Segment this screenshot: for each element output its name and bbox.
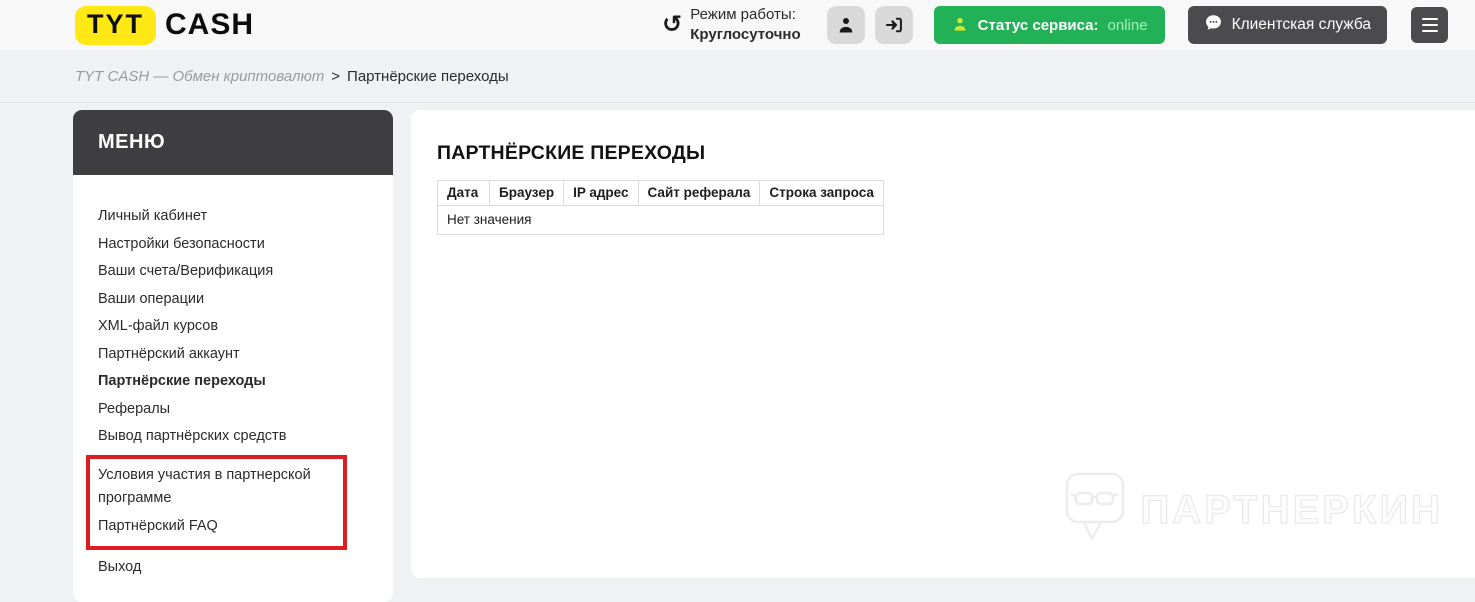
table-header-row: Дата Браузер IP адрес Сайт реферала Стро… bbox=[437, 180, 885, 206]
sidebar-item-logout[interactable]: Выход bbox=[98, 554, 368, 582]
column-header-query-string: Строка запроса bbox=[759, 180, 885, 206]
profile-button[interactable] bbox=[826, 6, 865, 44]
table-row: Нет значения bbox=[436, 205, 885, 235]
service-status-label: Статус сервиса: bbox=[977, 16, 1099, 34]
sidebar-item-referrals[interactable]: Рефералы bbox=[98, 396, 368, 424]
sidebar-title: МЕНЮ bbox=[98, 131, 166, 153]
annotation-red-box: Условия участия в партнерской программе … bbox=[86, 454, 347, 550]
sidebar-item-security-settings[interactable]: Настройки безопасности bbox=[98, 231, 368, 259]
column-header-date: Дата bbox=[437, 180, 490, 206]
sidebar-item-partner-account[interactable]: Партнёрский аккаунт bbox=[98, 341, 368, 369]
speech-bubble-glasses-icon bbox=[1064, 471, 1126, 550]
logo-yellow-pill: TYT bbox=[75, 5, 156, 45]
sidebar-item-accounts-verification[interactable]: Ваши счета/Верификация bbox=[98, 258, 368, 286]
work-mode-block: ↺ Режим работы: Круглосуточно bbox=[662, 5, 800, 45]
main-menu-button[interactable] bbox=[1411, 7, 1448, 43]
login-button[interactable] bbox=[874, 6, 913, 44]
breadcrumb-current: Партнёрские переходы bbox=[347, 67, 509, 85]
breadcrumb-separator: > bbox=[331, 67, 341, 85]
page-title: ПАРТНЁРСКИЕ ПЕРЕХОДЫ bbox=[437, 142, 706, 164]
service-status-value: online bbox=[1107, 16, 1148, 34]
work-mode-label: Режим работы: bbox=[690, 6, 796, 23]
sidebar-item-personal-cabinet[interactable]: Личный кабинет bbox=[98, 203, 368, 231]
watermark: ПАРТНЕРКИН bbox=[1064, 471, 1443, 550]
sidebar-item-partner-faq[interactable]: Партнёрский FAQ bbox=[98, 513, 339, 541]
sign-in-icon bbox=[884, 15, 904, 35]
top-header: TYT CASH ↺ Режим работы: Круглосуточно С… bbox=[0, 0, 1475, 50]
page: TYT CASH ↺ Режим работы: Круглосуточно С… bbox=[0, 0, 1475, 602]
service-status-button[interactable]: Статус сервиса: online bbox=[933, 6, 1165, 44]
logo-word: CASH bbox=[165, 8, 255, 41]
column-header-referral-site: Сайт реферала bbox=[637, 180, 761, 206]
empty-value-cell: Нет значения bbox=[436, 205, 885, 235]
sidebar: МЕНЮ Личный кабинет Настройки безопаснос… bbox=[73, 110, 393, 602]
site-logo[interactable]: TYT CASH bbox=[75, 5, 255, 45]
content-area: МЕНЮ Личный кабинет Настройки безопаснос… bbox=[0, 103, 1475, 602]
sidebar-menu: Личный кабинет Настройки безопасности Ва… bbox=[73, 175, 393, 602]
main-panel: ПАРТНЁРСКИЕ ПЕРЕХОДЫ Дата Браузер IP адр… bbox=[411, 110, 1475, 578]
client-support-label: Клиентская служба bbox=[1231, 16, 1371, 33]
sidebar-item-your-operations[interactable]: Ваши операции bbox=[98, 286, 368, 314]
header-actions: ↺ Режим работы: Круглосуточно Статус сер… bbox=[662, 5, 1448, 45]
chat-bubble-icon bbox=[1204, 13, 1223, 37]
watermark-text: ПАРТНЕРКИН bbox=[1140, 487, 1443, 532]
client-support-button[interactable]: Клиентская служба bbox=[1187, 6, 1387, 44]
work-mode-value: Круглосуточно bbox=[690, 26, 801, 43]
transitions-table: Дата Браузер IP адрес Сайт реферала Стро… bbox=[436, 180, 885, 235]
history-icon: ↺ bbox=[662, 11, 683, 38]
person-icon bbox=[836, 15, 856, 35]
person-icon bbox=[951, 15, 969, 36]
sidebar-item-partner-withdrawal[interactable]: Вывод партнёрских средств bbox=[98, 423, 368, 451]
sidebar-header: МЕНЮ bbox=[73, 110, 393, 175]
sidebar-item-partner-terms[interactable]: Условия участия в партнерской программе bbox=[98, 462, 339, 513]
breadcrumb-root-link[interactable]: TYT CASH — Обмен криптовалют bbox=[75, 68, 324, 85]
breadcrumb: TYT CASH — Обмен криптовалют > Партнёрск… bbox=[0, 50, 1475, 103]
sidebar-item-partner-transitions[interactable]: Партнёрские переходы bbox=[98, 368, 368, 396]
sidebar-item-xml-rates-file[interactable]: XML-файл курсов bbox=[98, 313, 368, 341]
column-header-ip: IP адрес bbox=[563, 180, 639, 206]
column-header-browser: Браузер bbox=[488, 180, 565, 206]
